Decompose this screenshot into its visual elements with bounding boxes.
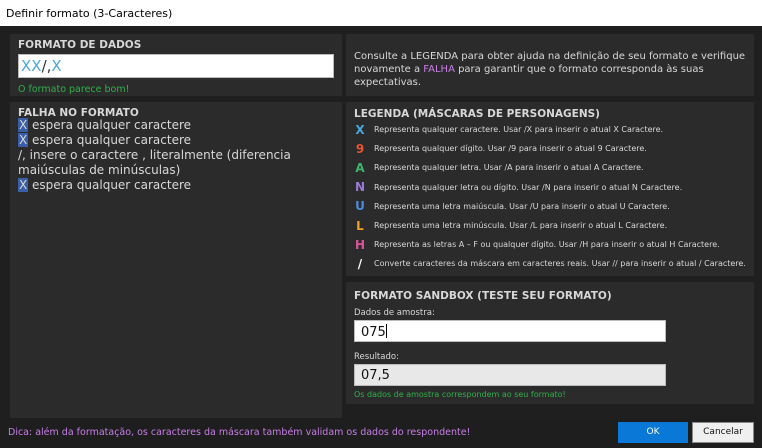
format-status: O formato parece bom! [18,84,130,95]
legend-glyph: 9 [355,141,365,156]
format-failure-panel: FALHA NO FORMATO X espera qualquer carac… [10,102,342,420]
result-field: 07,5 [354,364,666,386]
legend-description: Converte caracteres da máscara em caract… [374,259,746,269]
failure-list: X espera qualquer caractere X espera qua… [18,118,338,193]
ok-button[interactable]: OK [618,422,688,443]
legend-row: U Representa uma letra maiúscula. Usar /U… [352,197,750,216]
list-item: X espera qualquer caractere [18,133,338,148]
failure-text: espera qualquer caractere [28,118,192,132]
failure-text: espera qualquer caractere [28,133,192,147]
failure-token: /, [18,148,26,162]
sandbox-panel: FORMATO SANDBOX (TESTE SEU FORMATO) Dado… [346,282,754,404]
format-token: X [51,57,62,75]
window-title: Definir formato (3-Caracteres) [0,0,762,26]
sandbox-heading: FORMATO SANDBOX (TESTE SEU FORMATO) [354,290,612,302]
legend-row: / Converte caracteres da máscara em carac… [352,254,750,273]
legend-description: Representa qualquer letra. Usar /A para … [374,163,644,173]
legend-description: Representa uma letra maiúscula. Usar /U … [374,201,670,211]
list-item: /, insere o caractere , literalmente (di… [18,148,338,178]
legend-row: H Representa as letras A – F ou qualquer … [352,235,750,254]
legend-glyph: L [356,218,364,233]
legend-glyph: X [355,122,365,137]
format-token: XX [21,57,42,75]
failure-text: insere o caractere , literalmente (difer… [18,148,291,177]
result-label: Resultado: [354,352,399,362]
legend-glyph: H [354,237,366,252]
list-item: X espera qualquer caractere [18,178,338,193]
legend-row: L Representa uma letra minúscula. Usar /L… [352,216,750,235]
legend-list: X Representa qualquer caractere. Usar /X … [352,120,750,274]
format-input[interactable]: XX/,X [18,54,334,78]
legend-glyph: / [357,256,363,271]
legend-description: Representa qualquer caractere. Usar /X p… [374,125,664,135]
dialog-footer: Dica: além da formatação, os caracteres … [0,418,762,448]
legend-description: Representa uma letra minúscula. Usar /L … [374,221,668,231]
legend-row: A Representa qualquer letra. Usar /A para… [352,158,750,177]
sample-data-label: Dados de amostra: [354,308,435,318]
consult-panel: Consulte a LEGENDA para obter ajuda na d… [346,34,754,96]
consult-text: Consulte a LEGENDA para obter ajuda na d… [354,50,750,89]
legend-description: Representa qualquer letra ou dígito. Usa… [374,182,683,192]
data-format-heading: FORMATO DE DADOS [18,39,142,51]
format-dialog: FORMATO DE DADOS XX/,X O formato parece … [0,26,762,448]
legend-glyph: U [355,199,365,214]
sample-data-value: 075 [361,325,386,340]
legend-glyph: N [354,180,366,195]
failure-token: X [18,178,29,192]
list-item: X espera qualquer caractere [18,118,338,133]
legend-description: Representa qualquer dígito. Usar /9 para… [374,144,647,154]
sandbox-status: Os dados de amostra correspondem ao seu … [354,390,566,399]
failure-token: X [18,118,29,132]
legend-glyph: A [355,160,365,175]
legend-row: X Representa qualquer caractere. Usar /X … [352,120,750,139]
failure-link-text: FALHA [423,64,455,75]
tip-text: Dica: além da formatação, os caracteres … [8,427,471,438]
legend-panel: LEGENDA (MÁSCARAS DE PERSONAGENS) X Repre… [346,102,754,276]
failure-token: X [18,133,29,147]
failure-text: espera qualquer caractere [28,178,192,192]
data-format-panel: FORMATO DE DADOS XX/,X O formato parece … [10,34,342,96]
text-caret [385,324,387,338]
legend-heading: LEGENDA (MÁSCARAS DE PERSONAGENS) [354,108,600,120]
legend-row: N Representa qualquer letra ou dígito. Us… [352,178,750,197]
legend-description: Representa as letras A – F ou qualquer d… [374,240,720,250]
sample-data-input[interactable]: 075 [354,320,666,342]
cancel-button[interactable]: Cancelar [692,422,754,443]
legend-row: 9 Representa qualquer dígito. Usar /9 par… [352,139,750,158]
